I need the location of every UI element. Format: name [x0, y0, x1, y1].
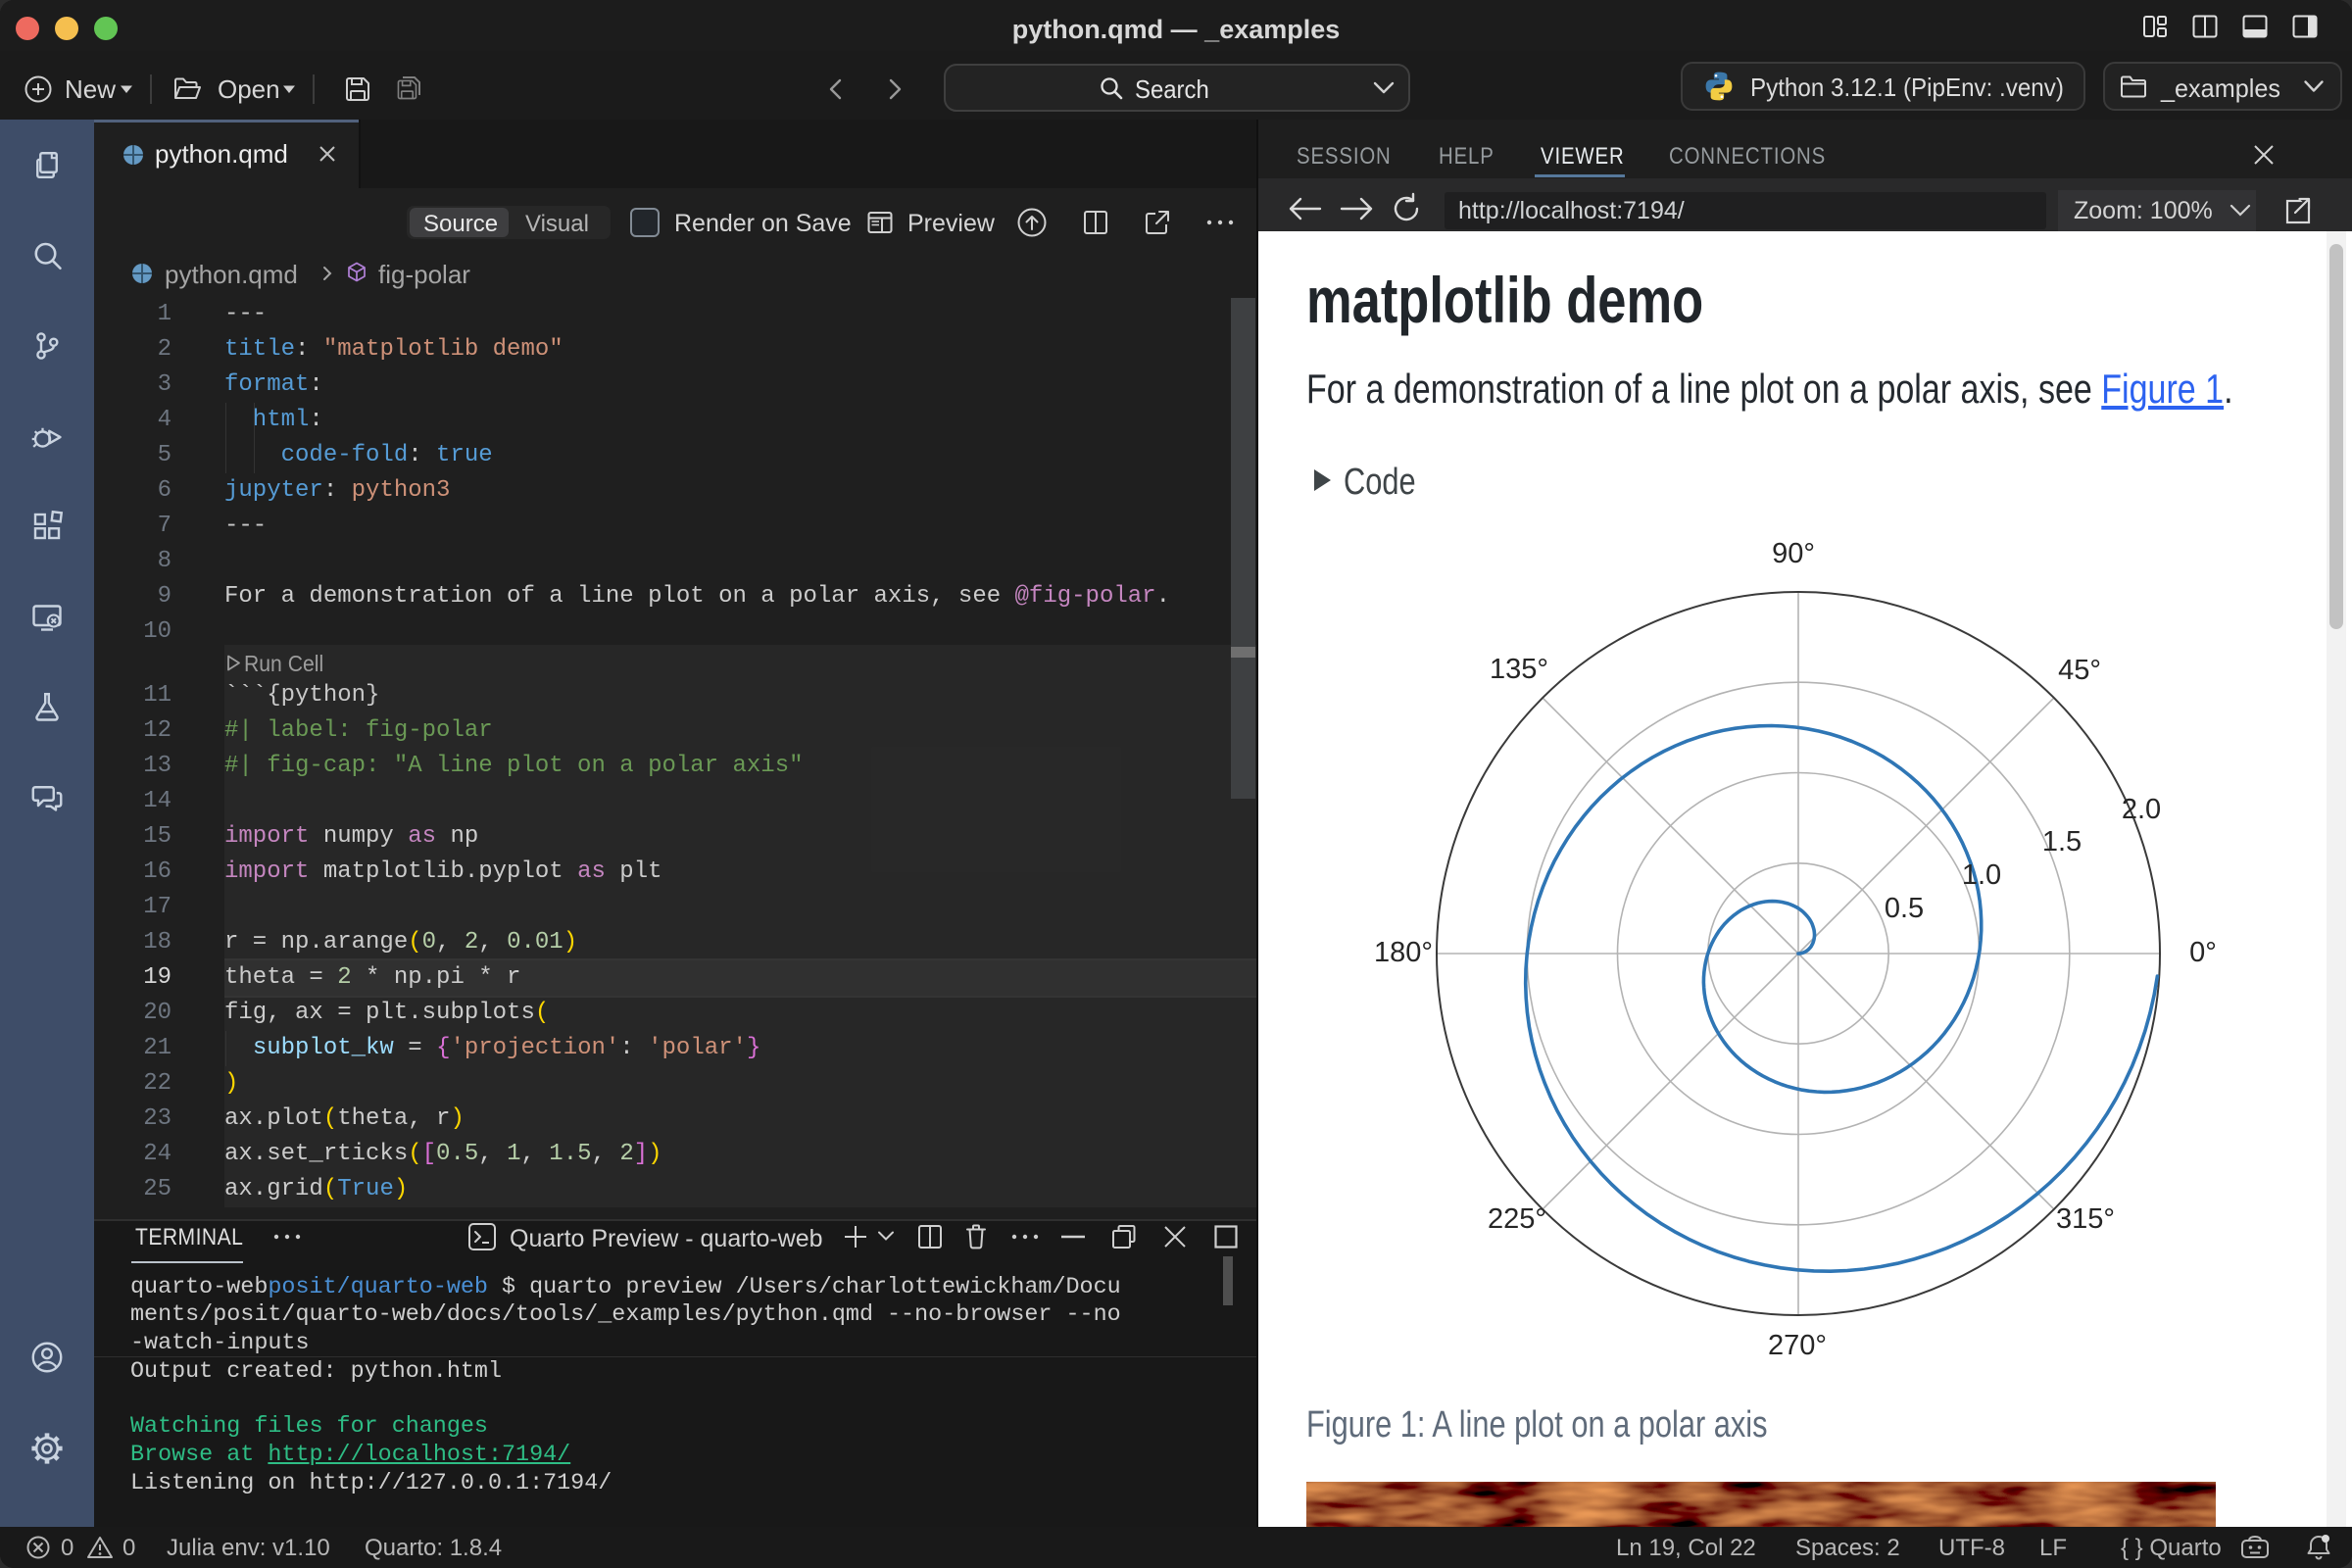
svg-text:135°: 135° [1490, 654, 1548, 685]
svg-text:45°: 45° [2058, 655, 2101, 686]
svg-text:315°: 315° [2056, 1203, 2115, 1235]
svg-text:90°: 90° [1772, 538, 1815, 569]
svg-text:1.5: 1.5 [2042, 826, 2082, 858]
svg-text:225°: 225° [1488, 1203, 1546, 1235]
svg-text:270°: 270° [1768, 1330, 1827, 1361]
svg-text:180°: 180° [1374, 937, 1433, 968]
svg-text:1.0: 1.0 [1962, 859, 2001, 891]
svg-text:0°: 0° [2189, 937, 2217, 968]
svg-text:2.0: 2.0 [2122, 794, 2161, 825]
svg-text:0.5: 0.5 [1885, 893, 1924, 924]
